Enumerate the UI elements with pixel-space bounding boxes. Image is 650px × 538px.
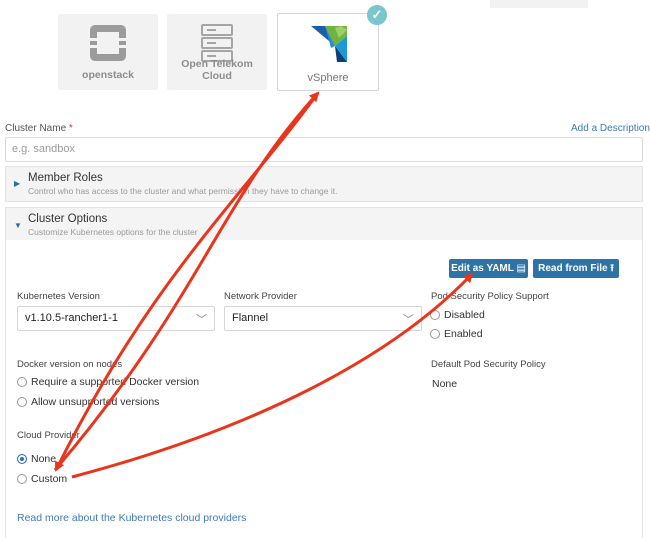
psp-enabled-radio[interactable]: Enabled (430, 328, 483, 340)
cluster-name-placeholder: e.g. sandbox (12, 143, 75, 155)
provider-label: Open Telekom Cloud (181, 58, 253, 82)
chevron-down-icon: ﹀ (403, 314, 414, 326)
read-more-text: Read more about the Kubernetes cloud pro… (17, 512, 246, 524)
read-more-prefix: Read more about the (17, 512, 119, 524)
default-psp-label: Default Pod Security Policy (431, 359, 546, 370)
network-provider-select[interactable]: Flannel ﹀ (224, 306, 422, 331)
cloud-provider-custom-radio[interactable]: Custom (17, 473, 67, 485)
radio-circle-selected (17, 454, 27, 464)
vsphere-icon (311, 26, 347, 62)
docker-version-label: Docker version on nodes (17, 359, 123, 370)
radio-circle (17, 474, 27, 484)
cloud-provider-custom-label: Custom (31, 473, 68, 485)
cloud-provider-none-label: None (31, 453, 57, 465)
member-roles-subtitle: Control who has access to the cluster an… (28, 186, 338, 196)
cluster-options-accordion[interactable]: ▼ Cluster Options Customize Kubernetes o… (5, 207, 643, 242)
edit-as-yaml-button[interactable]: Edit as YAML ▤ (449, 259, 528, 278)
docker-require-supported-label: Require a supported Docker version (31, 376, 200, 388)
openstack-icon (90, 25, 126, 61)
provider-label: openstack (82, 69, 134, 81)
cluster-options-subtitle: Customize Kubernetes options for the clu… (28, 227, 198, 237)
add-description-link[interactable]: Add a Description (571, 123, 650, 134)
provider-card-vsphere[interactable]: vSphere (277, 13, 379, 91)
docker-allow-unsupported-label: Allow unsupported versions (31, 396, 160, 408)
kubernetes-cloud-providers-link[interactable]: Kubernetes cloud providers (119, 512, 247, 524)
network-provider-label: Network Provider (224, 291, 297, 302)
cluster-name-label-text: Cluster Name (5, 123, 67, 134)
cluster-options-body (5, 240, 643, 538)
docker-allow-unsupported-radio[interactable]: Allow unsupported versions (17, 396, 159, 408)
radio-circle (430, 310, 440, 320)
copy-icon: ▤ (516, 263, 526, 274)
read-from-file-button[interactable]: Read from File ⭱ (533, 259, 619, 278)
psp-disabled-label: Disabled (444, 309, 485, 321)
kubernetes-version-value: v1.10.5-rancher1-1 (25, 312, 118, 324)
provider-card-openstack[interactable]: openstack (58, 14, 158, 90)
default-psp-value: None (432, 378, 458, 390)
upload-icon: ⭱ (610, 263, 614, 274)
cluster-name-label: Cluster Name * (5, 123, 73, 134)
selected-check-icon: ✓ (367, 5, 387, 25)
expand-triangle-icon: ▶ (14, 179, 21, 188)
top-placeholder-box (490, 0, 588, 8)
collapse-triangle-icon: ▼ (14, 221, 22, 230)
kubernetes-version-label: Kubernetes Version (17, 291, 100, 302)
radio-circle (17, 377, 27, 387)
cluster-options-title: Cluster Options (28, 213, 108, 225)
required-mark: * (68, 123, 73, 134)
member-roles-title: Member Roles (28, 172, 103, 184)
psp-enabled-label: Enabled (444, 328, 483, 340)
provider-label: vSphere (307, 72, 349, 84)
docker-require-supported-radio[interactable]: Require a supported Docker version (17, 376, 199, 388)
kubernetes-version-select[interactable]: v1.10.5-rancher1-1 ﹀ (17, 306, 215, 331)
chevron-down-icon: ﹀ (196, 314, 207, 326)
provider-card-open-telekom-cloud[interactable]: Open Telekom Cloud (167, 14, 267, 90)
psp-support-label: Pod Security Policy Support (431, 291, 549, 302)
cluster-name-input[interactable]: e.g. sandbox (5, 137, 643, 162)
cloud-provider-none-radio[interactable]: None (17, 453, 56, 465)
edit-as-yaml-label: Edit as YAML (451, 263, 514, 274)
radio-circle (17, 397, 27, 407)
radio-circle (430, 329, 440, 339)
network-provider-value: Flannel (232, 312, 269, 324)
member-roles-accordion[interactable]: ▶ Member Roles Control who has access to… (5, 166, 643, 202)
psp-disabled-radio[interactable]: Disabled (430, 309, 485, 321)
cloud-provider-label: Cloud Provider (17, 430, 80, 441)
read-from-file-label: Read from File (538, 263, 608, 274)
